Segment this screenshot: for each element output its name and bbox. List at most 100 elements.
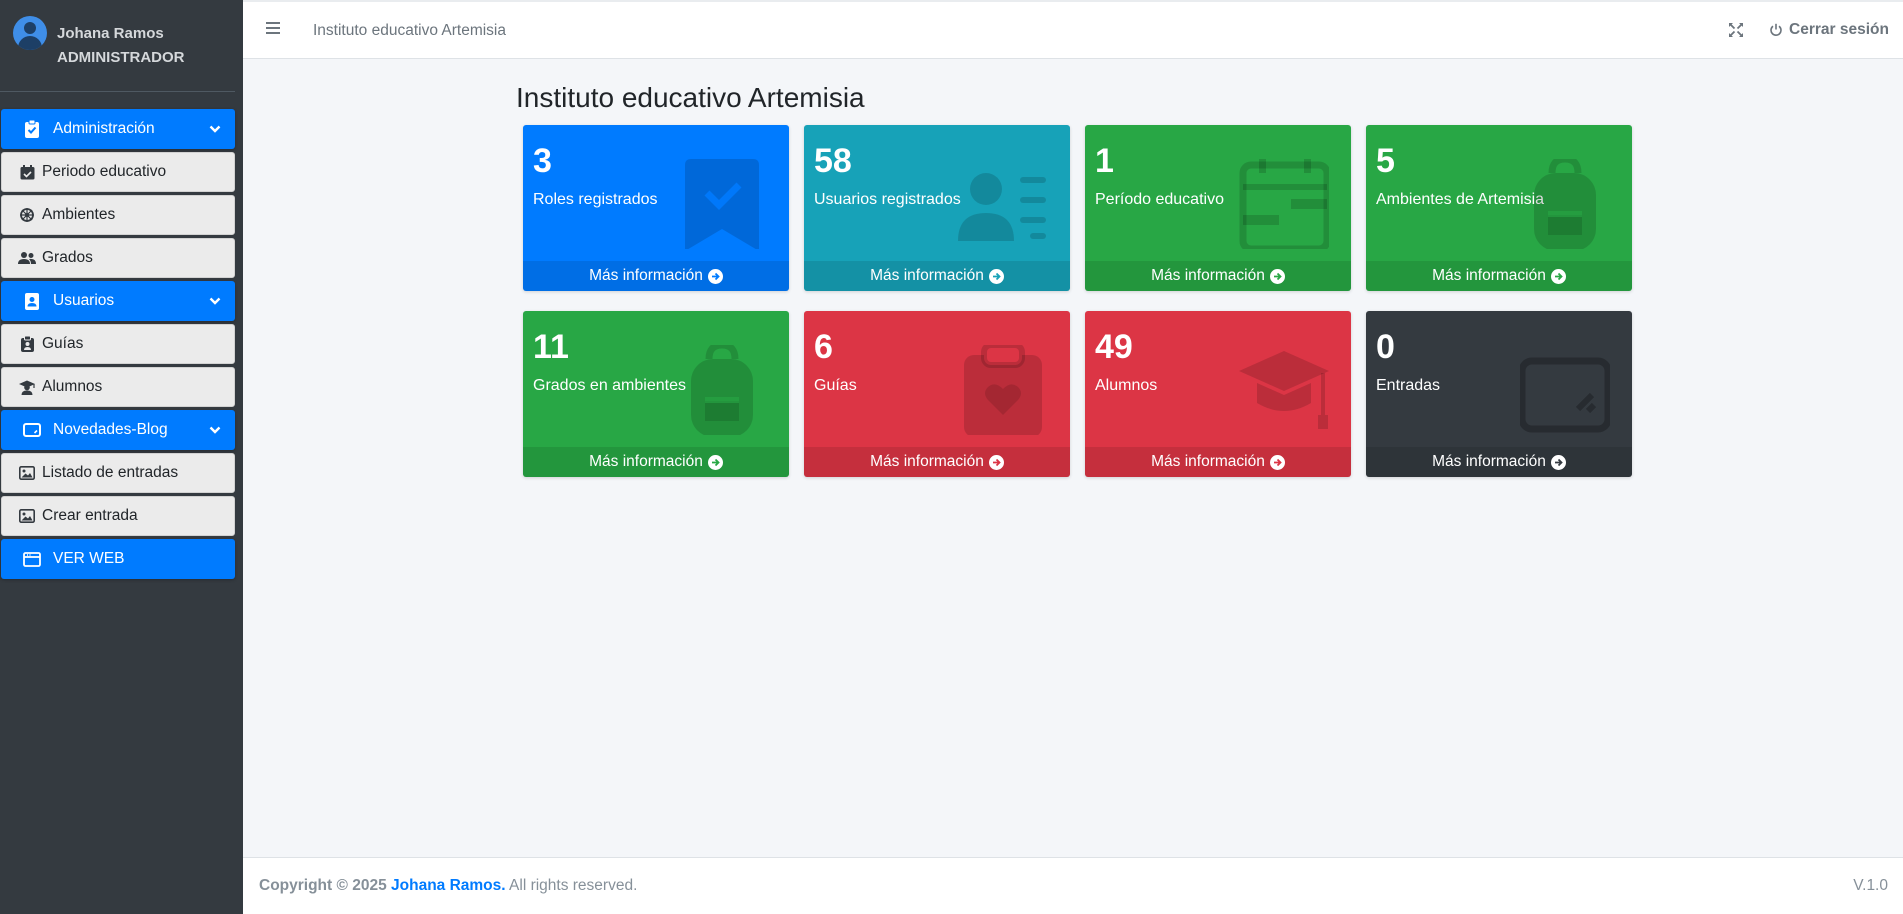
clipboard-check-icon <box>23 120 41 138</box>
stat-value: 49 <box>1095 328 1133 366</box>
sidebar-item-periodo-educativo[interactable]: Periodo educativo <box>1 152 235 192</box>
tablet-icon <box>1520 357 1610 433</box>
sidebar-item-label: Usuarios <box>53 292 115 309</box>
more-info-link[interactable]: Más información <box>804 447 1070 477</box>
version-label: V.1.0 <box>1853 877 1888 894</box>
more-info-label: Más información <box>1151 453 1265 470</box>
stat-box-grados: 11 Grados en ambientes Más información <box>523 311 789 477</box>
user-panel: Johana Ramos ADMINISTRADOR <box>0 0 235 92</box>
more-info-link[interactable]: Más información <box>523 261 789 291</box>
chevron-down-icon <box>209 293 221 311</box>
more-info-label: Más información <box>870 453 984 470</box>
user-name[interactable]: Johana Ramos <box>57 22 185 46</box>
brand-link[interactable]: Johana Ramos. <box>391 877 506 894</box>
image-icon <box>18 507 36 525</box>
stat-label: Período educativo <box>1095 191 1224 208</box>
page-footer: Copyright © 2025 Johana Ramos. All right… <box>243 857 1903 914</box>
hamburger-menu-icon[interactable] <box>265 21 283 39</box>
page-title: Instituto educativo Artemisia <box>516 82 865 113</box>
sidebar-item-ambientes[interactable]: Ambientes <box>1 195 235 235</box>
more-info-link[interactable]: Más información <box>804 261 1070 291</box>
sidebar-section-usuarios[interactable]: Usuarios <box>1 281 235 321</box>
sidebar-item-crear-entrada[interactable]: Crear entrada <box>1 496 235 536</box>
user-info: Johana Ramos ADMINISTRADOR <box>57 22 185 70</box>
copyright-label: Copyright © 2025 <box>259 877 387 894</box>
sidebar-item-label: Listado de entradas <box>42 464 179 481</box>
logout-label: Cerrar sesión <box>1789 21 1889 38</box>
tablet-icon <box>23 421 41 439</box>
sidebar-section-novedades-blog[interactable]: Novedades-Blog <box>1 410 235 450</box>
sidebar-item-label: Grados <box>42 249 93 266</box>
arrow-circle-right-icon <box>1550 268 1566 284</box>
more-info-link[interactable]: Más información <box>523 447 789 477</box>
stat-label: Usuarios registrados <box>814 191 961 208</box>
clipboard-heart-icon <box>964 345 1042 435</box>
sidebar-item-label: VER WEB <box>53 550 125 567</box>
sidebar-item-guias[interactable]: Guías <box>1 324 235 364</box>
user-avatar-icon[interactable] <box>13 16 47 50</box>
bookmark-check-icon <box>685 159 759 249</box>
sidebar-item-label: Crear entrada <box>42 507 138 524</box>
sidebar-nav: Administración Periodo educativo Ambient… <box>0 92 243 579</box>
logout-button[interactable]: Cerrar sesión <box>1769 21 1889 39</box>
stat-value: 58 <box>814 142 852 180</box>
more-info-label: Más información <box>589 453 703 470</box>
more-info-label: Más información <box>1151 267 1265 284</box>
ver-web-button[interactable]: VER WEB <box>1 539 235 579</box>
sidebar-section-administracion[interactable]: Administración <box>1 109 235 149</box>
sidebar-item-label: Periodo educativo <box>42 163 167 180</box>
more-info-label: Más información <box>1432 267 1546 284</box>
chevron-down-icon <box>209 121 221 139</box>
graduation-cap-icon <box>1239 351 1329 429</box>
more-info-label: Más información <box>589 267 703 284</box>
sidebar-item-label: Alumnos <box>42 378 103 395</box>
more-info-label: Más información <box>870 267 984 284</box>
stat-value: 0 <box>1376 328 1395 366</box>
stat-box-entradas: 0 Entradas Más información <box>1366 311 1632 477</box>
chevron-down-icon <box>209 422 221 440</box>
more-info-label: Más información <box>1432 453 1546 470</box>
sidebar-item-label: Novedades-Blog <box>53 421 168 438</box>
user-graduate-icon <box>18 378 36 396</box>
top-navbar: Instituto educativo Artemisia Cerrar ses… <box>243 0 1903 59</box>
stat-value: 1 <box>1095 142 1114 180</box>
image-icon <box>18 464 36 482</box>
address-book-icon <box>23 292 41 310</box>
header-title-link[interactable]: Instituto educativo Artemisia <box>313 22 506 40</box>
power-icon <box>1770 23 1782 36</box>
arrow-circle-right-icon <box>1550 454 1566 470</box>
clipboard-user-icon <box>18 335 36 353</box>
calendar-check-icon <box>18 163 36 181</box>
user-list-icon <box>958 173 1046 241</box>
calendar-icon <box>1239 159 1329 249</box>
sidebar-item-alumnos[interactable]: Alumnos <box>1 367 235 407</box>
more-info-link[interactable]: Más información <box>1366 261 1632 291</box>
arrow-circle-right-icon <box>988 454 1004 470</box>
stat-box-roles: 3 Roles registrados Más información <box>523 125 789 291</box>
arrow-circle-right-icon <box>707 454 723 470</box>
window-icon <box>23 550 41 568</box>
stat-box-usuarios: 58 Usuarios registrados Más información <box>804 125 1070 291</box>
stat-value: 3 <box>533 142 552 180</box>
stat-label: Ambientes de Artemisia <box>1376 191 1545 208</box>
sidebar-item-listado-de-entradas[interactable]: Listado de entradas <box>1 453 235 493</box>
stat-box-alumnos: 49 Alumnos Más información <box>1085 311 1351 477</box>
backpack-icon <box>691 345 753 435</box>
stat-label: Roles registrados <box>533 191 658 208</box>
stat-label: Alumnos <box>1095 377 1158 394</box>
stat-value: 5 <box>1376 142 1395 180</box>
more-info-link[interactable]: Más información <box>1366 447 1632 477</box>
more-info-link[interactable]: Más información <box>1085 261 1351 291</box>
sidebar-item-label: Ambientes <box>42 206 116 223</box>
rights-text: All rights reserved. <box>509 877 638 894</box>
more-info-link[interactable]: Más información <box>1085 447 1351 477</box>
stat-label: Guías <box>814 377 857 394</box>
arrow-circle-right-icon <box>988 268 1004 284</box>
fullscreen-icon[interactable] <box>1728 22 1746 40</box>
sidebar-item-grados[interactable]: Grados <box>1 238 235 278</box>
arrow-circle-right-icon <box>1269 268 1285 284</box>
copyright-text: Copyright © 2025 Johana Ramos. All right… <box>259 877 637 895</box>
stat-value: 6 <box>814 328 833 366</box>
stat-box-ambientes: 5 Ambientes de Artemisia Más información <box>1366 125 1632 291</box>
sidebar: Johana Ramos ADMINISTRADOR Administració… <box>0 0 243 914</box>
